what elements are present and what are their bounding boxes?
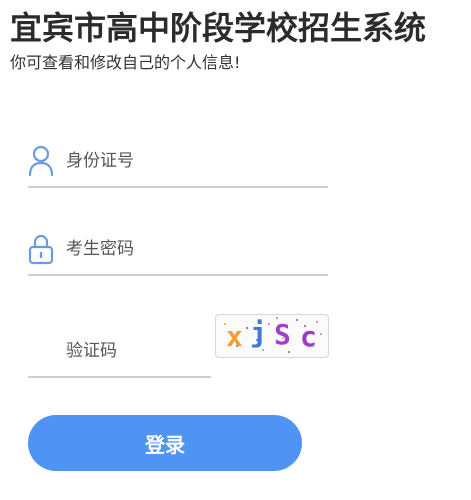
login-page: 宜宾市高中阶段学校招生系统 你可查看和修改自己的个人信息! xjSc 登录 [0,0,471,500]
captcha-input[interactable] [66,336,206,366]
captcha-field [28,322,211,378]
password-field [28,224,328,276]
captcha-noise-dot [282,337,284,339]
captcha-char: S [274,318,291,351]
captcha-image[interactable]: xjSc [215,314,329,358]
captcha-noise-dot [224,323,226,325]
captcha-noise-dot [296,319,298,321]
captcha-noise-dot [316,321,318,323]
user-icon [28,145,54,177]
page-title: 宜宾市高中阶段学校招生系统 [10,9,427,47]
captcha-noise-dot [288,351,290,353]
captcha-noise-dot [232,335,234,337]
captcha-noise-dot [262,349,264,351]
captcha-noise-dot [236,345,238,347]
id-number-input[interactable] [66,146,306,176]
captcha-noise-dot [276,317,278,319]
page-subtitle: 你可查看和修改自己的个人信息! [10,53,241,72]
captcha-noise-dot [304,325,306,327]
captcha-char: c [300,320,317,353]
captcha-char: x [226,320,243,353]
captcha-char: j [250,316,267,349]
captcha-noise-dot [320,333,322,335]
lock-icon [28,233,54,265]
login-button[interactable]: 登录 [28,415,302,471]
captcha-noise-dot [246,327,248,329]
id-number-field [28,136,328,188]
captcha-noise-dot [268,323,270,325]
captcha-noise-dot [312,345,314,347]
password-input[interactable] [66,234,306,264]
captcha-noise-dot [256,339,258,341]
